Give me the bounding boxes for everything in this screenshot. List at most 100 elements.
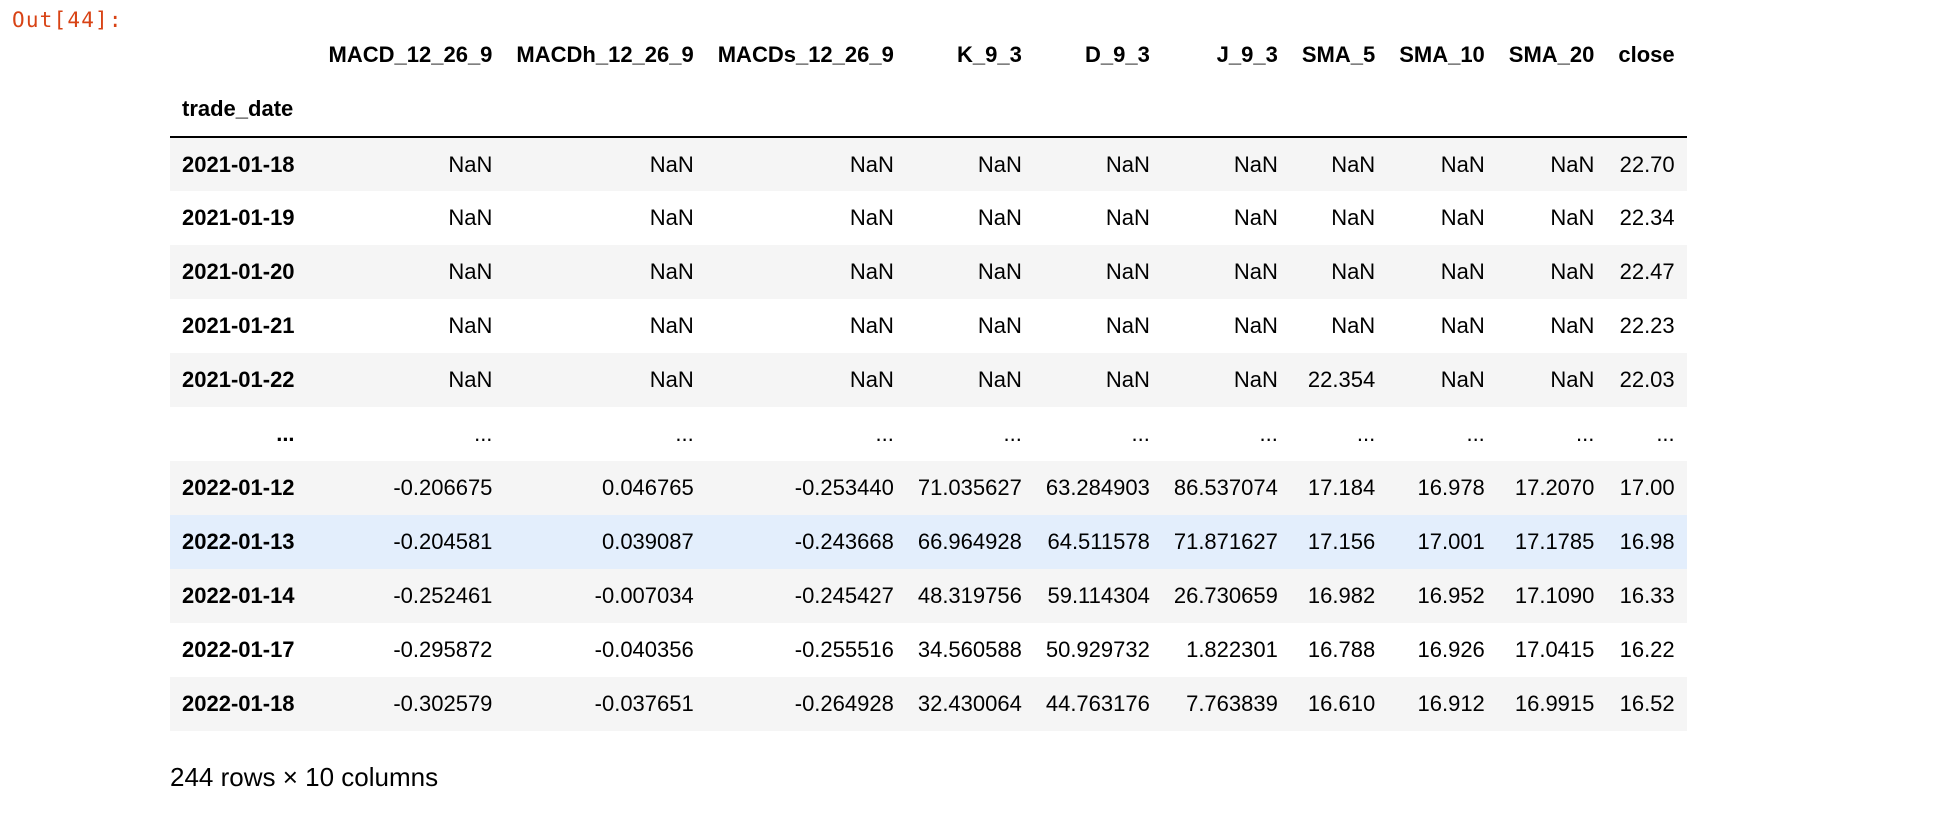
table-header: MACD_12_26_9 MACDh_12_26_9 MACDs_12_26_9 K_…	[170, 28, 1687, 137]
column-header: SMA_5	[1301, 42, 1376, 67]
table-cell: 7.763839	[1186, 691, 1278, 716]
table-cell: 22.34	[1619, 205, 1675, 230]
index-name-spacer	[706, 82, 906, 137]
table-cell: 17.1090	[1514, 583, 1595, 608]
table-cell: 16.98	[1619, 529, 1675, 554]
table-cell: NaN	[448, 259, 493, 284]
table-cell: 17.1785	[1514, 529, 1595, 554]
header-corner	[170, 28, 317, 82]
table-cell: NaN	[1233, 367, 1278, 392]
column-header: close	[1618, 42, 1675, 67]
table-cell: NaN	[1105, 313, 1150, 338]
column-header: MACD_12_26_9	[328, 42, 493, 67]
table-cell: 17.00	[1619, 475, 1675, 500]
table-cell: 16.33	[1619, 583, 1675, 608]
row-index: 2021-01-21	[182, 313, 295, 338]
table-cell: 16.978	[1417, 475, 1485, 500]
table-cell: 17.0415	[1514, 637, 1595, 662]
table-cell: 22.354	[1307, 367, 1376, 392]
table-cell: NaN	[448, 151, 493, 177]
table-cell: 48.319756	[917, 583, 1022, 608]
row-index: 2022-01-13	[182, 529, 295, 554]
table-cell: 16.788	[1307, 637, 1376, 662]
table-cell: 66.964928	[917, 529, 1022, 554]
table-cell: ...	[1356, 421, 1376, 446]
table-cell: 32.430064	[917, 691, 1022, 716]
table-cell: NaN	[977, 367, 1022, 392]
index-name-spacer	[317, 82, 505, 137]
table-cell: 26.730659	[1173, 583, 1278, 608]
table-cell: NaN	[448, 205, 493, 230]
table-cell: NaN	[1331, 151, 1376, 177]
row-index: 2022-01-12	[182, 475, 295, 500]
table-cell: 22.03	[1619, 367, 1675, 392]
table-cell: -0.255516	[794, 637, 894, 662]
table-cell: NaN	[1331, 205, 1376, 230]
table-cell: 71.871627	[1173, 529, 1278, 554]
table-cell: NaN	[977, 151, 1022, 177]
table-cell: ...	[1259, 421, 1278, 446]
table-cell: NaN	[1550, 151, 1595, 177]
table-cell: 16.610	[1307, 691, 1376, 716]
table-cell: NaN	[1550, 205, 1595, 230]
table-cell: ...	[1003, 421, 1022, 446]
column-header: K_9_3	[957, 42, 1022, 67]
index-name-spacer	[1290, 82, 1387, 137]
table-cell: 22.47	[1619, 259, 1675, 284]
table-cell: 16.926	[1417, 637, 1485, 662]
column-header: J_9_3	[1216, 42, 1278, 67]
row-index: 2022-01-18	[182, 691, 295, 716]
table-cell: NaN	[1233, 151, 1278, 177]
table-cell: NaN	[977, 313, 1022, 338]
table-cell: NaN	[1233, 259, 1278, 284]
table-cell: -0.037651	[594, 691, 694, 716]
table-cell: NaN	[977, 259, 1022, 284]
table-cell: 16.982	[1307, 583, 1376, 608]
row-index: 2021-01-22	[182, 367, 295, 392]
table-cell: 16.952	[1417, 583, 1485, 608]
table-cell: NaN	[1233, 205, 1278, 230]
dataframe-container: MACD_12_26_9 MACDh_12_26_9 MACDs_12_26_9 K_…	[170, 28, 1687, 731]
table-body: 2021-01-18 NaN NaN NaN NaN NaN NaN NaN NaN NaN 22.…	[170, 137, 1687, 731]
table-cell: -0.206675	[393, 475, 493, 500]
table-cell: 17.184	[1307, 475, 1376, 500]
table-cell: NaN	[1440, 313, 1485, 338]
table-cell: NaN	[649, 313, 694, 338]
row-index: 2021-01-20	[182, 259, 295, 284]
table-cell: 16.912	[1417, 691, 1485, 716]
table-cell: NaN	[849, 151, 894, 177]
row-index: 2021-01-19	[182, 205, 295, 230]
table-cell: -0.252461	[393, 583, 493, 608]
table-row: 2021-01-20 NaN NaN NaN NaN NaN NaN NaN NaN NaN 22.…	[170, 245, 1687, 299]
column-header: MACDs_12_26_9	[717, 42, 894, 67]
row-index: 2022-01-14	[182, 583, 295, 608]
table-cell: -0.295872	[393, 637, 493, 662]
table-cell: 86.537074	[1173, 475, 1278, 500]
table-cell: NaN	[649, 367, 694, 392]
table-cell: -0.040356	[594, 637, 694, 662]
column-header: D_9_3	[1085, 42, 1150, 67]
table-cell: NaN	[649, 205, 694, 230]
index-name-spacer	[1497, 82, 1607, 137]
table-cell: ...	[474, 421, 493, 446]
table-cell: NaN	[1105, 367, 1150, 392]
table-cell: 16.52	[1619, 691, 1675, 716]
table-cell: NaN	[1331, 313, 1376, 338]
column-header: SMA_10	[1399, 42, 1485, 67]
table-cell: NaN	[1440, 205, 1485, 230]
table-cell: 50.929732	[1045, 637, 1150, 662]
shape-caption: 244 rows × 10 columns	[170, 762, 439, 792]
table-cell: 1.822301	[1186, 637, 1278, 662]
table-cell: NaN	[1550, 367, 1595, 392]
table-row: 2021-01-18 NaN NaN NaN NaN NaN NaN NaN NaN NaN 22.…	[170, 137, 1687, 191]
table-cell: -0.253440	[794, 475, 894, 500]
table-cell: ...	[1131, 421, 1150, 446]
row-index: 2022-01-17	[182, 637, 295, 662]
table-cell: NaN	[977, 205, 1022, 230]
table-row: 2022-01-18 -0.302579 -0.037651 -0.264928 32.…	[170, 677, 1687, 731]
table-row: 2021-01-21 NaN NaN NaN NaN NaN NaN NaN NaN NaN 22.…	[170, 299, 1687, 353]
table-cell: NaN	[849, 205, 894, 230]
row-index: ...	[276, 421, 295, 446]
table-cell: ...	[875, 421, 894, 446]
row-index: 2021-01-18	[182, 151, 295, 177]
